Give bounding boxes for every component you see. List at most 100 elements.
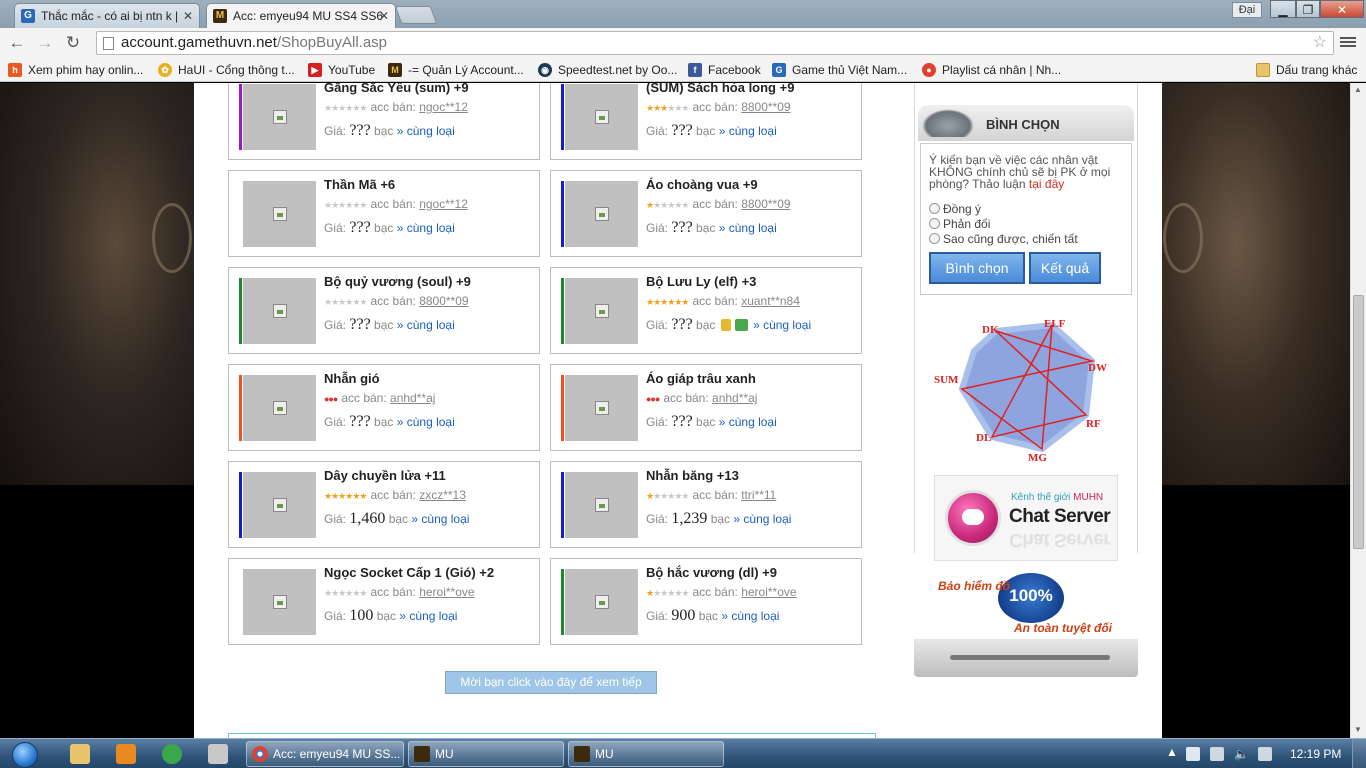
- result-button[interactable]: Kết quả: [1029, 252, 1101, 284]
- restore-button[interactable]: ❐: [1296, 0, 1320, 18]
- item-name[interactable]: Ngọc Socket Cấp 1 (Gió) +2: [324, 565, 494, 580]
- same-type-link[interactable]: » cùng loại: [719, 124, 777, 138]
- same-type-link[interactable]: » cùng loại: [397, 318, 455, 332]
- bookmark-game-thu-vn[interactable]: G Game thủ Việt Nam...: [772, 62, 907, 78]
- bookmark-quan-ly-account[interactable]: M -= Quản Lý Account...: [388, 62, 524, 78]
- task-mu-1[interactable]: MU: [408, 741, 564, 767]
- bookmark-haui[interactable]: ✿ HaUI - Cổng thông t...: [158, 62, 295, 78]
- item-image[interactable]: [565, 84, 638, 150]
- item-card[interactable]: Bộ hắc vương (dl) +9 ★★★★★★ acc bán: heroi…: [550, 558, 862, 645]
- bookmark-facebook[interactable]: f Facebook: [688, 62, 761, 78]
- vote-option-disagree[interactable]: Phản đối: [929, 217, 990, 231]
- insurance-banner[interactable]: 100% Bảo hiểm đồ An toàn tuyệt đối: [934, 573, 1124, 641]
- seller-link[interactable]: ngoc**12: [419, 100, 468, 114]
- item-image[interactable]: [565, 472, 638, 538]
- back-arrow-icon[interactable]: ←: [6, 32, 28, 54]
- scroll-thumb[interactable]: [1353, 295, 1364, 549]
- radio-icon[interactable]: [929, 233, 940, 244]
- item-card[interactable]: Nhẫn băng +13 ★★★★★★ acc bán: ttri**11 Giá:…: [550, 461, 862, 548]
- seller-link[interactable]: heroi**ove: [419, 585, 474, 599]
- seller-link[interactable]: anhd**aj: [712, 391, 757, 405]
- item-card[interactable]: Thần Mã +6 ★★★★★★ acc bán: ngoc**12 Giá: ??…: [228, 170, 540, 257]
- forward-arrow-icon[interactable]: →: [34, 32, 56, 54]
- same-type-link[interactable]: » cùng loại: [753, 318, 811, 332]
- item-name[interactable]: Dây chuyền lửa +11: [324, 468, 446, 483]
- app-icon[interactable]: [162, 744, 182, 764]
- task-chrome[interactable]: Acc: emyeu94 MU SS...: [246, 741, 404, 767]
- chrome-menu-icon[interactable]: [1340, 35, 1356, 51]
- same-type-link[interactable]: » cùng loại: [397, 124, 455, 138]
- close-window-button[interactable]: ✕: [1320, 0, 1364, 18]
- item-card[interactable]: Dây chuyền lửa +11 ★★★★★★ acc bán: zxcz**1…: [228, 461, 540, 548]
- radio-icon[interactable]: [929, 218, 940, 229]
- item-name[interactable]: (SUM) Sách hỏa long +9: [646, 83, 794, 95]
- tab-acc-emyeu94[interactable]: M Acc: emyeu94 MU SS4 SS6 ✕: [206, 3, 396, 28]
- item-image[interactable]: [243, 278, 316, 344]
- tray-expand-icon[interactable]: ▲: [1166, 745, 1180, 759]
- seller-link[interactable]: 8800**09: [419, 294, 468, 308]
- item-card[interactable]: Găng Sắc Yêu (sum) +9 ★★★★★★ acc bán: ngoc…: [228, 83, 540, 160]
- item-card[interactable]: Nhẫn gió ●●● acc bán: anhd**aj Giá: ??? bạc…: [228, 364, 540, 451]
- seller-link[interactable]: heroi**ove: [741, 585, 796, 599]
- same-type-link[interactable]: » cùng loại: [733, 512, 791, 526]
- item-card[interactable]: (SUM) Sách hỏa long +9 ★★★★★★ acc bán: 880…: [550, 83, 862, 160]
- same-type-link[interactable]: » cùng loại: [719, 221, 777, 235]
- item-image[interactable]: [243, 569, 316, 635]
- seller-link[interactable]: zxcz**13: [419, 488, 466, 502]
- address-bar[interactable]: account.gamethuvn.net/ShopBuyAll.asp ☆: [96, 31, 1334, 55]
- item-image[interactable]: [565, 278, 638, 344]
- language-icon[interactable]: [1186, 747, 1200, 761]
- item-card[interactable]: Bộ quỷ vương (soul) +9 ★★★★★★ acc bán: 880…: [228, 267, 540, 354]
- same-type-link[interactable]: » cùng loại: [397, 415, 455, 429]
- network-app-icon[interactable]: [208, 744, 228, 764]
- item-name[interactable]: Nhẫn băng +13: [646, 468, 739, 483]
- show-desktop-button[interactable]: [1352, 739, 1366, 768]
- close-tab-icon[interactable]: ✕: [183, 4, 193, 28]
- bookmark-other-folder[interactable]: Dấu trang khác: [1256, 62, 1357, 78]
- load-more-button[interactable]: Mời bạn click vào đây để xem tiếp: [445, 671, 657, 694]
- start-button[interactable]: [4, 739, 46, 768]
- page-scrollbar[interactable]: ▲ ▼: [1350, 83, 1366, 738]
- item-name[interactable]: Bộ hắc vương (dl) +9: [646, 565, 777, 580]
- seller-link[interactable]: 8800**09: [741, 100, 790, 114]
- vote-option-agree[interactable]: Đồng ý: [929, 202, 981, 216]
- bookmark-playlist[interactable]: ● Playlist cá nhân | Nh...: [922, 62, 1061, 78]
- seller-link[interactable]: xuant**n84: [741, 294, 800, 308]
- scroll-up-icon[interactable]: ▲: [1354, 85, 1362, 94]
- seller-link[interactable]: anhd**aj: [390, 391, 435, 405]
- bookmark-xem-phim[interactable]: h Xem phim hay onlin...: [8, 62, 143, 78]
- item-card[interactable]: Ngọc Socket Cấp 1 (Gió) +2 ★★★★★★ acc bán:…: [228, 558, 540, 645]
- network-icon[interactable]: [1210, 747, 1224, 761]
- item-image[interactable]: [565, 181, 638, 247]
- item-name[interactable]: Áo giáp trâu xanh: [646, 371, 756, 386]
- vote-option-either[interactable]: Sao cũng được, chiến tất: [929, 232, 1078, 246]
- item-image[interactable]: [243, 375, 316, 441]
- battery-icon[interactable]: [1258, 747, 1272, 761]
- item-image[interactable]: [243, 472, 316, 538]
- same-type-link[interactable]: » cùng loại: [719, 415, 777, 429]
- item-name[interactable]: Nhẫn gió: [324, 371, 380, 386]
- bookmark-speedtest[interactable]: ◉ Speedtest.net by Oo...: [538, 62, 677, 78]
- item-image[interactable]: [243, 84, 316, 150]
- item-card[interactable]: Áo giáp trâu xanh ●●● acc bán: anhd**aj Giá…: [550, 364, 862, 451]
- radio-icon[interactable]: [929, 203, 940, 214]
- same-type-link[interactable]: » cùng loại: [721, 609, 779, 623]
- scroll-down-icon[interactable]: ▼: [1354, 725, 1362, 734]
- task-mu-2[interactable]: MU: [568, 741, 724, 767]
- same-type-link[interactable]: » cùng loại: [397, 221, 455, 235]
- reload-icon[interactable]: ↻: [62, 32, 84, 54]
- seller-link[interactable]: 8800**09: [741, 197, 790, 211]
- media-player-icon[interactable]: [116, 744, 136, 764]
- minimize-button[interactable]: ▁: [1270, 0, 1296, 18]
- item-name[interactable]: Bộ Lưu Ly (elf) +3: [646, 274, 756, 289]
- item-card[interactable]: Áo choàng vua +9 ★★★★★★ acc bán: 8800**09 G…: [550, 170, 862, 257]
- close-tab-icon[interactable]: ✕: [379, 4, 389, 28]
- seller-link[interactable]: ttri**11: [741, 488, 776, 502]
- discussion-link[interactable]: tại đây: [1029, 177, 1064, 191]
- item-image[interactable]: [565, 375, 638, 441]
- item-name[interactable]: Áo choàng vua +9: [646, 177, 758, 192]
- item-name[interactable]: Thần Mã +6: [324, 177, 395, 192]
- chat-server-banner[interactable]: Kênh thế giới MUHN Chat Server Chat Serv…: [934, 475, 1118, 561]
- bookmark-star-icon[interactable]: ☆: [1313, 32, 1327, 54]
- item-name[interactable]: Găng Sắc Yêu (sum) +9: [324, 83, 469, 95]
